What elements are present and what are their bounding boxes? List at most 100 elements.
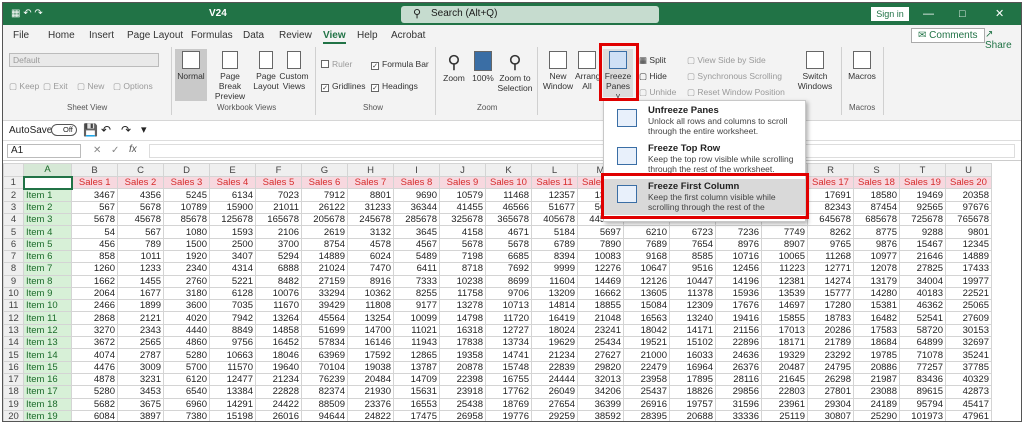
- cell[interactable]: 17433: [945, 262, 992, 276]
- cell[interactable]: 11808: [347, 299, 394, 313]
- cell[interactable]: 5489: [393, 249, 440, 264]
- cell[interactable]: 2619: [301, 225, 348, 239]
- new-window-button[interactable]: New Window: [541, 51, 575, 91]
- cell[interactable]: 17691: [807, 188, 854, 202]
- row-number[interactable]: 18: [3, 385, 24, 399]
- cell[interactable]: 7749: [761, 225, 808, 239]
- cell[interactable]: 2343: [117, 323, 164, 338]
- cell[interactable]: 6960: [163, 397, 210, 411]
- column-header-g[interactable]: G: [301, 163, 348, 177]
- cell[interactable]: Sales 2: [117, 175, 164, 190]
- row-number[interactable]: 7: [3, 249, 24, 264]
- cell[interactable]: 23961: [761, 397, 808, 411]
- cell[interactable]: 10977: [853, 249, 900, 264]
- cell[interactable]: 34206: [577, 385, 624, 399]
- cell[interactable]: Item 17: [23, 385, 72, 399]
- cell[interactable]: Sales 11: [531, 175, 578, 190]
- cell[interactable]: 6120: [163, 372, 210, 387]
- cell[interactable]: Item 1: [23, 188, 72, 202]
- cell[interactable]: 16452: [255, 336, 302, 350]
- minimize-icon[interactable]: —: [923, 7, 934, 21]
- sign-in-button[interactable]: Sign in: [871, 7, 909, 21]
- cell[interactable]: 10238: [439, 274, 486, 288]
- cell[interactable]: 6888: [255, 262, 302, 276]
- cell[interactable]: 10713: [485, 299, 532, 313]
- cell[interactable]: 11021: [393, 323, 440, 338]
- cell[interactable]: 20688: [669, 409, 716, 421]
- tab-insert[interactable]: Insert: [89, 30, 114, 41]
- tab-page-layout[interactable]: Page Layout: [127, 30, 183, 41]
- cell[interactable]: 16553: [393, 397, 440, 411]
- cell[interactable]: 5294: [255, 249, 302, 264]
- cell[interactable]: 27159: [301, 274, 348, 288]
- cell[interactable]: 14798: [439, 311, 486, 325]
- tab-view[interactable]: View: [323, 30, 346, 44]
- cell[interactable]: 14469: [577, 274, 624, 288]
- cell[interactable]: 21987: [853, 372, 900, 387]
- cell[interactable]: 51677: [531, 200, 578, 215]
- cell[interactable]: 11570: [209, 360, 256, 374]
- cell[interactable]: 29820: [577, 360, 624, 374]
- row-number[interactable]: 2: [3, 188, 24, 202]
- cell[interactable]: 19416: [715, 311, 762, 325]
- cell[interactable]: 21000: [623, 348, 670, 362]
- cell[interactable]: 9690: [393, 188, 440, 202]
- cell[interactable]: 18042: [623, 323, 670, 338]
- cell[interactable]: Item 12: [23, 323, 72, 338]
- cell[interactable]: 6723: [669, 225, 716, 239]
- keep-button[interactable]: ▢ Keep: [9, 81, 39, 91]
- cell[interactable]: 14814: [531, 299, 578, 313]
- cell[interactable]: 10076: [255, 286, 302, 301]
- cell[interactable]: 11268: [807, 249, 854, 264]
- cell[interactable]: 3897: [117, 409, 164, 421]
- cell[interactable]: 325678: [439, 213, 486, 227]
- cell[interactable]: 4356: [117, 188, 164, 202]
- cell[interactable]: 14697: [761, 299, 808, 313]
- cell[interactable]: 645678: [807, 213, 854, 227]
- row-number[interactable]: 11: [3, 299, 24, 313]
- cell[interactable]: Sales 7: [347, 175, 394, 190]
- cell[interactable]: Item 14: [23, 348, 72, 362]
- cell[interactable]: 365678: [485, 213, 532, 227]
- cell[interactable]: 12357: [531, 188, 578, 202]
- cell[interactable]: 23292: [807, 348, 854, 362]
- cell[interactable]: 24636: [715, 348, 762, 362]
- cell[interactable]: 13209: [531, 286, 578, 301]
- cell[interactable]: 19521: [623, 336, 670, 350]
- cell[interactable]: 5700: [163, 360, 210, 374]
- cell[interactable]: 15381: [853, 299, 900, 313]
- reset-window-position-button[interactable]: ▢ Reset Window Position: [687, 87, 785, 97]
- cell[interactable]: 15936: [715, 286, 762, 301]
- cell[interactable]: 36344: [393, 200, 440, 215]
- hide-button[interactable]: ▢ Hide: [639, 71, 667, 81]
- cell[interactable]: 17838: [439, 336, 486, 350]
- cell[interactable]: 1455: [117, 274, 164, 288]
- cell[interactable]: 205678: [301, 213, 348, 227]
- tab-formulas[interactable]: Formulas: [191, 30, 233, 41]
- cell[interactable]: 8394: [531, 249, 578, 264]
- cell[interactable]: 27609: [945, 311, 992, 325]
- row-number[interactable]: 6: [3, 237, 24, 251]
- cell[interactable]: 40329: [945, 372, 992, 387]
- gridlines-checkbox[interactable]: ✓ Gridlines: [321, 81, 366, 92]
- cell[interactable]: 10447: [669, 274, 716, 288]
- switch-windows-button[interactable]: Switch Windows: [795, 51, 835, 91]
- menu-unfreeze-panes[interactable]: Unfreeze Panes Unlock all rows and colum…: [604, 103, 805, 139]
- cell[interactable]: 97676: [945, 200, 992, 215]
- select-all-corner[interactable]: [3, 163, 24, 177]
- cell[interactable]: 9177: [393, 299, 440, 313]
- page-layout-view-button[interactable]: Page Layout: [253, 51, 279, 91]
- menu-freeze-top-row[interactable]: Freeze Top Row Keep the top row visible …: [604, 141, 805, 177]
- cell[interactable]: 21011: [255, 200, 302, 215]
- cell[interactable]: 35241: [945, 348, 992, 362]
- restore-icon[interactable]: □: [959, 7, 966, 21]
- cell[interactable]: 39429: [301, 299, 348, 313]
- cell[interactable]: 13278: [439, 299, 486, 313]
- cell[interactable]: 22803: [761, 385, 808, 399]
- cell[interactable]: 32697: [945, 336, 992, 350]
- cell[interactable]: 23918: [439, 385, 486, 399]
- arrange-all-button[interactable]: Arrange All: [575, 51, 599, 91]
- cell[interactable]: 12477: [209, 372, 256, 387]
- cell[interactable]: 18684: [853, 336, 900, 350]
- split-button[interactable]: ▦ Split: [639, 55, 666, 65]
